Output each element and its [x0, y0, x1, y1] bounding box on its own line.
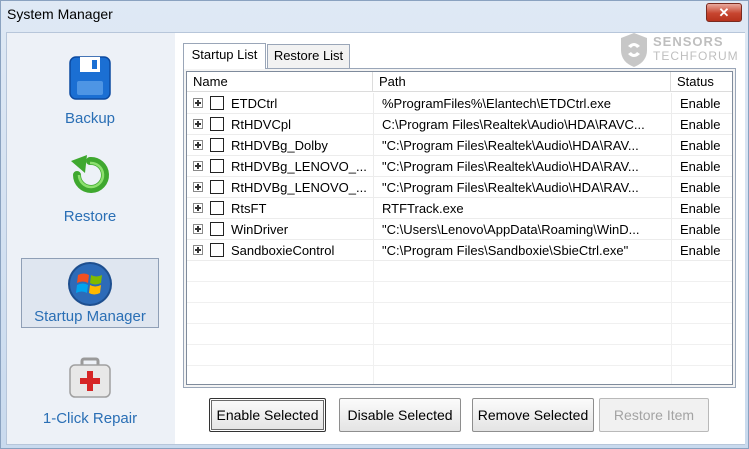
row-status: Enable: [671, 135, 732, 156]
row-status: Enable: [671, 156, 732, 177]
watermark: SENSORS TECHFORUM: [619, 32, 744, 68]
column-header-status[interactable]: Status: [671, 72, 732, 92]
sidebar-item-restore[interactable]: Restore: [21, 153, 159, 227]
expand-icon[interactable]: [193, 140, 203, 150]
row-checkbox[interactable]: [210, 201, 224, 215]
first-aid-kit-icon: [69, 357, 111, 398]
table-row[interactable]: RtHDVBg_Dolby "C:\Program Files\Realtek\…: [187, 135, 732, 156]
row-name: RtHDVBg_LENOVO_...: [231, 180, 367, 195]
row-name: SandboxieControl: [231, 243, 335, 258]
row-status: Enable: [671, 114, 732, 135]
sidebar-item-backup[interactable]: Backup: [21, 55, 159, 129]
close-button[interactable]: ✕: [706, 3, 742, 22]
sidebar-item-1-click-repair[interactable]: 1-Click Repair: [21, 355, 159, 429]
sidebar: Backup Restore Startup Manager 1-Click R…: [7, 33, 173, 444]
row-checkbox[interactable]: [210, 180, 224, 194]
table-row[interactable]: RtsFT RTFTrack.exe Enable: [187, 198, 732, 219]
empty-grid-area: [187, 261, 732, 384]
tab-label: Startup List: [191, 47, 258, 62]
row-status: Enable: [671, 177, 732, 198]
table-row[interactable]: WinDriver "C:\Users\Lenovo\AppData\Roami…: [187, 219, 732, 240]
table-row[interactable]: ETDCtrl %ProgramFiles%\Elantech\ETDCtrl.…: [187, 93, 732, 114]
row-path: "C:\Program Files\Realtek\Audio\HDA\RAV.…: [373, 135, 671, 156]
expand-icon[interactable]: [193, 119, 203, 129]
expand-icon[interactable]: [193, 98, 203, 108]
row-name: ETDCtrl: [231, 96, 278, 111]
row-path: "C:\Program Files\Sandboxie\SbieCtrl.exe…: [373, 240, 671, 261]
startup-list-panel: Name Path Status ETDCtrl %ProgramFiles%\…: [183, 68, 736, 388]
remove-selected-button[interactable]: Remove Selected: [472, 398, 594, 432]
row-checkbox[interactable]: [210, 222, 224, 236]
expand-icon[interactable]: [193, 224, 203, 234]
table-row[interactable]: RtHDVBg_LENOVO_... "C:\Program Files\Rea…: [187, 156, 732, 177]
row-checkbox[interactable]: [210, 159, 224, 173]
client-area: Backup Restore Startup Manager 1-Click R…: [6, 32, 745, 445]
row-path: RTFTrack.exe: [373, 198, 671, 219]
row-path: "C:\Program Files\Realtek\Audio\HDA\RAV.…: [373, 156, 671, 177]
sidebar-item-label: Backup: [64, 110, 116, 127]
row-checkbox[interactable]: [210, 96, 224, 110]
tab-label: Restore List: [273, 48, 344, 63]
column-header-name[interactable]: Name: [187, 72, 373, 92]
row-name: RtHDVCpl: [231, 117, 291, 132]
table-row[interactable]: RtHDVCpl C:\Program Files\Realtek\Audio\…: [187, 114, 732, 135]
row-name: WinDriver: [231, 222, 289, 237]
main-panel: Startup List Restore List Name Path Stat…: [175, 33, 745, 444]
row-name: RtHDVBg_LENOVO_...: [231, 159, 367, 174]
title-bar[interactable]: System Manager ✕: [1, 1, 748, 29]
floppy-disk-icon: [69, 56, 111, 100]
startup-list[interactable]: Name Path Status ETDCtrl %ProgramFiles%\…: [186, 71, 733, 385]
row-path: "C:\Program Files\Realtek\Audio\HDA\RAV.…: [373, 177, 671, 198]
row-path: C:\Program Files\Realtek\Audio\HDA\RAVC.…: [373, 114, 671, 135]
list-header: Name Path Status: [187, 72, 732, 92]
row-path: "C:\Users\Lenovo\AppData\Roaming\WinD...: [373, 219, 671, 240]
expand-icon[interactable]: [193, 203, 203, 213]
sidebar-item-label: Restore: [63, 208, 117, 225]
row-checkbox[interactable]: [210, 117, 224, 131]
window-title: System Manager: [7, 6, 113, 22]
row-name: RtsFT: [231, 201, 267, 216]
row-path: %ProgramFiles%\Elantech\ETDCtrl.exe: [373, 93, 671, 114]
expand-icon[interactable]: [193, 245, 203, 255]
enable-selected-button[interactable]: Enable Selected: [209, 398, 326, 432]
restore-arrow-icon: [71, 155, 109, 193]
shield-logo-icon: [621, 33, 647, 67]
row-status: Enable: [671, 93, 732, 114]
watermark-subtext: TECHFORUM: [653, 49, 739, 63]
tab-restore-list[interactable]: Restore List: [267, 44, 350, 68]
expand-icon[interactable]: [193, 161, 203, 171]
disable-selected-button[interactable]: Disable Selected: [339, 398, 461, 432]
sidebar-item-startup-manager[interactable]: Startup Manager: [21, 258, 159, 328]
watermark-text: SENSORS: [653, 34, 724, 49]
row-checkbox[interactable]: [210, 138, 224, 152]
close-icon: ✕: [718, 5, 730, 20]
list-rows: ETDCtrl %ProgramFiles%\Elantech\ETDCtrl.…: [187, 93, 732, 261]
app-window: System Manager ✕ Backup Restore Startup …: [0, 0, 749, 449]
restore-item-button[interactable]: Restore Item: [599, 398, 709, 432]
row-name: RtHDVBg_Dolby: [231, 138, 328, 153]
row-status: Enable: [671, 198, 732, 219]
tab-startup-list[interactable]: Startup List: [183, 43, 266, 69]
sidebar-item-label: 1-Click Repair: [42, 410, 138, 427]
row-status: Enable: [671, 240, 732, 261]
windows-logo-icon: [68, 262, 112, 306]
expand-icon[interactable]: [193, 182, 203, 192]
column-header-path[interactable]: Path: [373, 72, 671, 92]
row-checkbox[interactable]: [210, 243, 224, 257]
table-row[interactable]: SandboxieControl "C:\Program Files\Sandb…: [187, 240, 732, 261]
table-row[interactable]: RtHDVBg_LENOVO_... "C:\Program Files\Rea…: [187, 177, 732, 198]
sidebar-item-label: Startup Manager: [34, 308, 146, 325]
row-status: Enable: [671, 219, 732, 240]
